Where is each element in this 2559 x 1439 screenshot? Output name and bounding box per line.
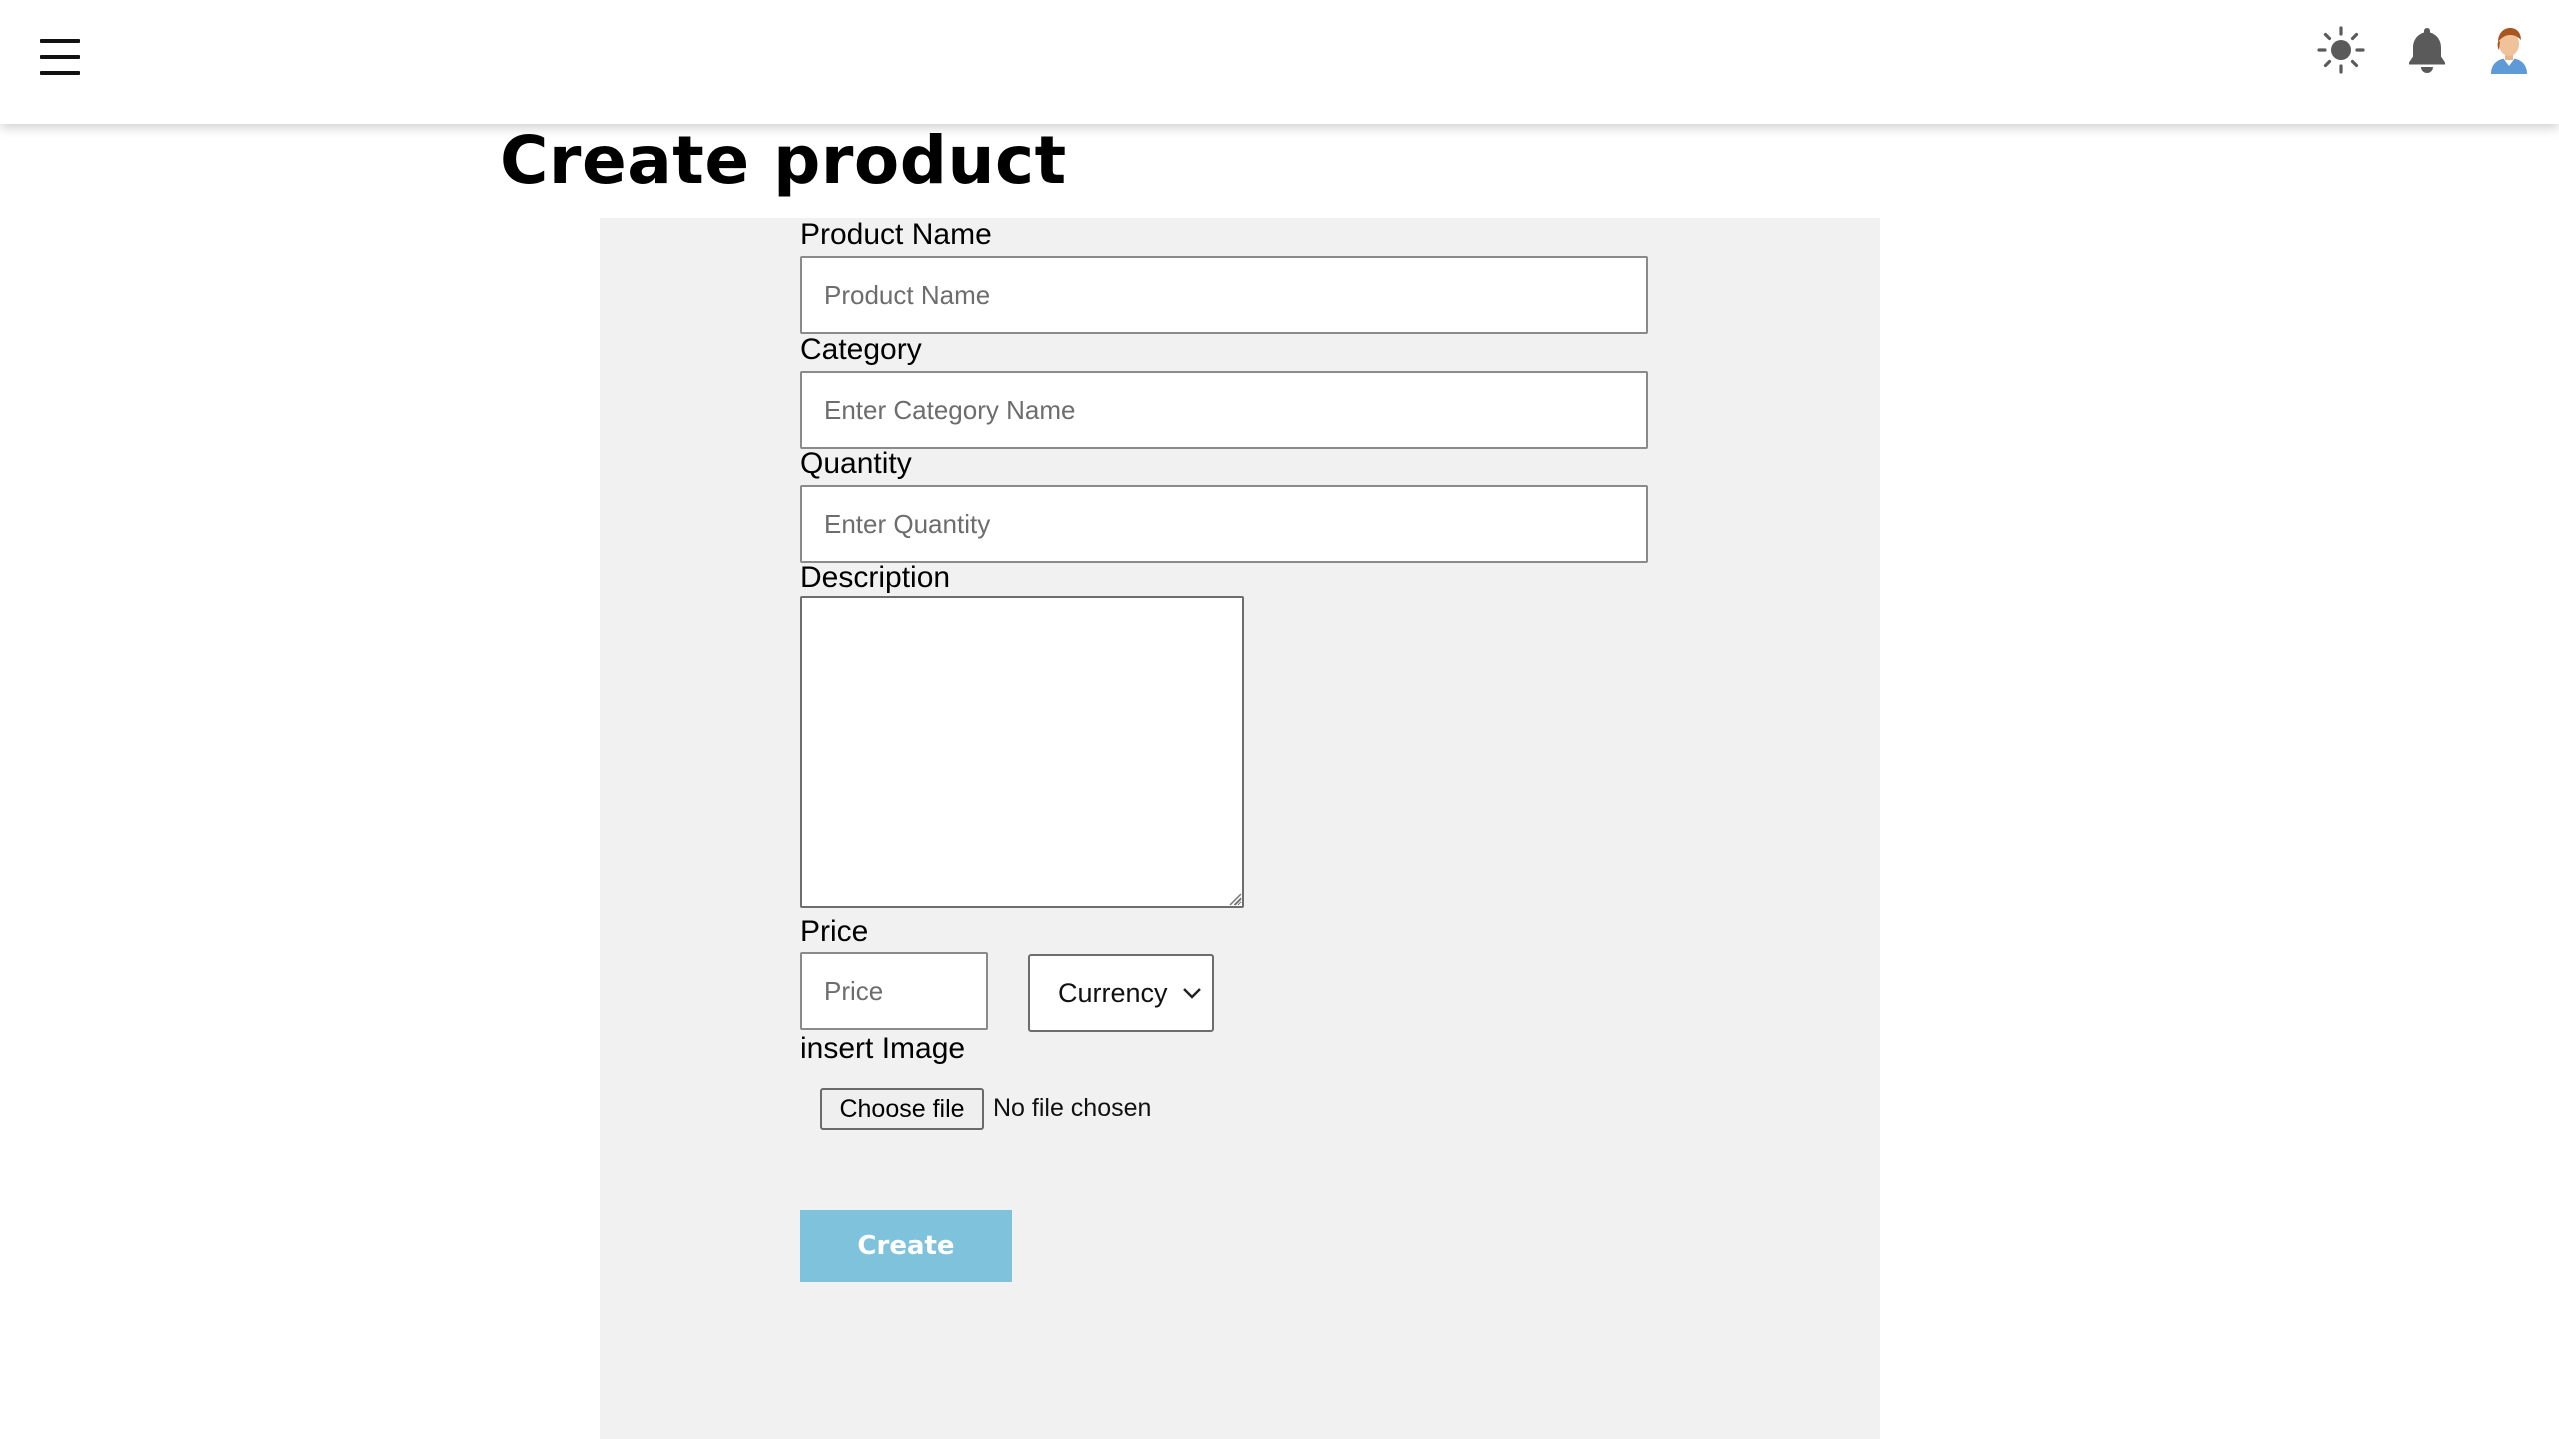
price-input[interactable] (800, 952, 988, 1030)
sun-icon[interactable] (2315, 24, 2367, 76)
avatar-icon[interactable] (2483, 24, 2535, 76)
choose-file-button[interactable]: Choose file (820, 1088, 984, 1130)
description-textarea[interactable] (800, 596, 1244, 908)
bell-icon[interactable] (2401, 24, 2453, 76)
quantity-label: Quantity (800, 447, 912, 480)
hamburger-menu-icon[interactable] (34, 35, 86, 79)
category-input[interactable] (800, 371, 1648, 449)
quantity-input[interactable] (800, 485, 1648, 563)
create-product-form: Product Name Category Quantity Descripti… (600, 218, 1880, 1439)
insert-image-label: insert Image (800, 1032, 966, 1065)
page-title: Create product (500, 122, 1067, 199)
currency-select[interactable]: Currency (1028, 954, 1214, 1032)
price-label: Price (800, 915, 869, 948)
create-button[interactable]: Create (800, 1210, 1012, 1282)
chevron-down-icon (1183, 988, 1201, 999)
currency-selected-value: Currency (1058, 978, 1168, 1008)
description-label: Description (800, 561, 951, 594)
product-name-label: Product Name (800, 218, 992, 251)
top-navbar (0, 0, 2559, 124)
file-status-text: No file chosen (993, 1094, 1152, 1122)
product-name-input[interactable] (800, 256, 1648, 334)
category-label: Category (800, 333, 922, 366)
